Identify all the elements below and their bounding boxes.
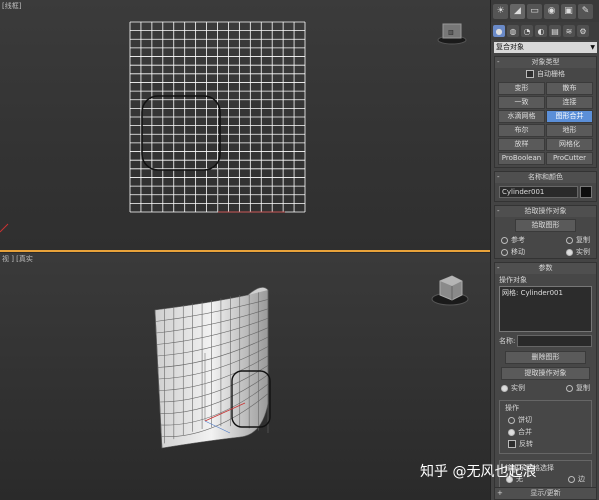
radio-merge[interactable]: 合并: [502, 426, 589, 438]
name-color-header[interactable]: - 名称和颜色: [495, 172, 596, 183]
geometry-icon[interactable]: ●: [493, 25, 505, 37]
operand-name-input[interactable]: [517, 335, 592, 347]
perspective-viewport[interactable]: 视 ] [真实: [0, 253, 490, 500]
object-type-button[interactable]: 布尔: [498, 124, 545, 137]
tab-utilities[interactable]: ✎: [578, 3, 593, 19]
tab-hierarchy[interactable]: ▭: [527, 3, 542, 19]
object-color-swatch[interactable]: [580, 186, 592, 198]
top-viewport[interactable]: [线框] ▥: [0, 0, 490, 252]
command-tabs: ☀ ◢ ▭ ◉ ▣ ✎: [491, 0, 599, 22]
name-label: 名称:: [499, 337, 516, 345]
radio-extract-instance[interactable]: 实例: [501, 383, 525, 393]
shapes-icon[interactable]: ◍: [507, 25, 519, 37]
operands-list[interactable]: 网格: Cylinder001: [499, 286, 592, 332]
object-type-button[interactable]: 散布: [546, 82, 593, 95]
persp-viewport-canvas: [154, 275, 469, 449]
viewcube-persp: [431, 275, 469, 306]
object-type-header[interactable]: - 对象类型: [495, 57, 596, 68]
extract-operand-button[interactable]: 提取操作对象: [501, 367, 590, 380]
operation-group: 操作 饼切 合并 反转: [499, 400, 592, 454]
category-dropdown[interactable]: 复合对象: [494, 42, 597, 53]
object-name-input[interactable]: Cylinder001: [499, 186, 578, 198]
display-update-rollout: + 显示/更新: [494, 487, 597, 500]
motion-icon: ◉: [547, 6, 556, 16]
systems-icon[interactable]: ⚙: [577, 25, 589, 37]
lights-icon[interactable]: ◔: [521, 25, 533, 37]
radio-instance[interactable]: 实例: [566, 247, 590, 257]
pick-shape-button[interactable]: 拾取图形: [515, 219, 576, 232]
invert-checkbox[interactable]: 反转: [502, 438, 589, 450]
object-type-button[interactable]: ProCutter: [546, 152, 593, 165]
operation-label: 操作: [504, 403, 520, 413]
object-type-rollout: - 对象类型 自动栅格 变形 散布 一致 连接 水滴网格 图形合并 布尔 地形 放样 网格化 ProB…: [494, 56, 597, 168]
display-icon: ▣: [564, 6, 573, 16]
tab-create[interactable]: ☀: [493, 3, 508, 19]
modify-icon: ◢: [514, 6, 521, 16]
hierarchy-icon: ▭: [530, 6, 539, 16]
tab-modify[interactable]: ◢: [510, 3, 525, 19]
radio-edge[interactable]: 边: [568, 474, 585, 484]
object-type-button[interactable]: 图形合并: [546, 110, 593, 123]
radio-copy[interactable]: 复制: [566, 235, 590, 245]
radio-move[interactable]: 移动: [501, 247, 525, 257]
tab-motion[interactable]: ◉: [544, 3, 559, 19]
command-panel: ☀ ◢ ▭ ◉ ▣ ✎ ● ◍ ◔ ◐ ▤ ≋ ⚙ 复合对象 -对象类型 自动栅…: [490, 0, 599, 500]
object-type-button[interactable]: 放样: [498, 138, 545, 151]
object-type-button[interactable]: 地形: [546, 124, 593, 137]
object-type-button[interactable]: 一致: [498, 96, 545, 109]
object-type-button[interactable]: 变形: [498, 82, 545, 95]
pick-operand-header[interactable]: - 拾取操作对象: [495, 206, 596, 217]
radio-cookie-cutter[interactable]: 饼切: [502, 414, 589, 426]
object-type-button[interactable]: 水滴网格: [498, 110, 545, 123]
name-color-rollout: - 名称和颜色 Cylinder001: [494, 171, 597, 202]
create-category-icons: ● ◍ ◔ ◐ ▤ ≋ ⚙: [491, 22, 599, 40]
shape-outline: [141, 95, 221, 171]
pick-operand-rollout: - 拾取操作对象 拾取图形 参考 复制 移动 实例: [494, 205, 597, 259]
delete-shape-button[interactable]: 删除图形: [505, 351, 586, 364]
helpers-icon[interactable]: ▤: [549, 25, 561, 37]
autogrid-checkbox[interactable]: 自动栅格: [495, 68, 596, 80]
utilities-icon: ✎: [581, 6, 590, 16]
svg-text:▥: ▥: [448, 29, 454, 36]
object-type-buttons: 变形 散布 一致 连接 水滴网格 图形合并 布尔 地形 放样 网格化 ProBoolean ProCu…: [495, 80, 596, 167]
spacewarps-icon[interactable]: ≋: [563, 25, 575, 37]
radio-extract-copy[interactable]: 复制: [566, 383, 590, 393]
cameras-icon[interactable]: ◐: [535, 25, 547, 37]
object-type-button[interactable]: ProBoolean: [498, 152, 545, 165]
operand-list-item[interactable]: 网格: Cylinder001: [502, 289, 563, 297]
viewcube: ▥: [437, 23, 467, 45]
parameters-rollout: - 参数 操作对象 网格: Cylinder001 名称: 删除图形 提取操作对象…: [494, 262, 597, 491]
watermark-text: 知乎 @无风也起浪: [420, 464, 537, 480]
parameters-header[interactable]: - 参数: [495, 263, 596, 274]
sun-icon: ☀: [496, 6, 505, 16]
tab-display[interactable]: ▣: [561, 3, 576, 19]
radio-reference[interactable]: 参考: [501, 235, 525, 245]
display-update-header[interactable]: + 显示/更新: [495, 488, 596, 499]
top-viewport-canvas: ▥: [0, 21, 467, 233]
object-type-button[interactable]: 网格化: [546, 138, 593, 151]
mesh-grid: [129, 21, 306, 213]
operands-label: 操作对象: [499, 276, 527, 284]
object-type-button[interactable]: 连接: [546, 96, 593, 109]
